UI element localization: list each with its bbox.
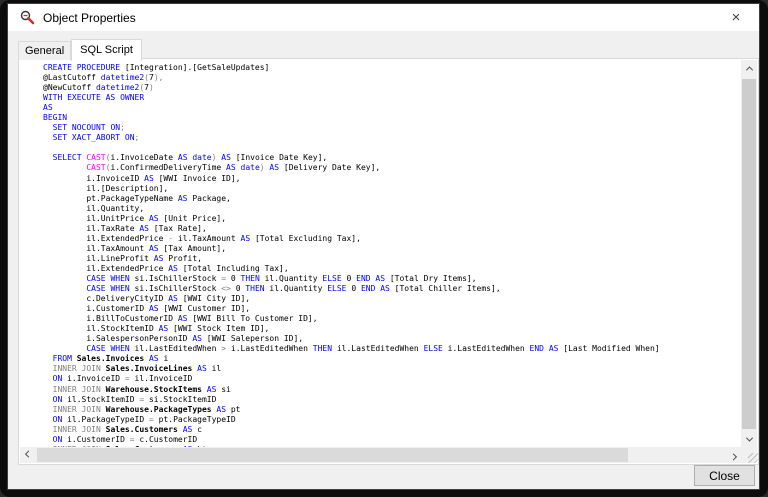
code-line: @NewCutoff datetime2(7) [43, 83, 741, 93]
chevron-down-icon [745, 434, 752, 441]
sql-code-editor[interactable]: CREATE PROCEDURE [Integration].[GetSaleU… [20, 60, 741, 447]
object-properties-dialog: Object Properties × General SQL Script C… [7, 3, 760, 490]
code-content: CREATE PROCEDURE [Integration].[GetSaleU… [43, 63, 741, 447]
code-line [43, 143, 741, 153]
code-line: BEGIN [43, 113, 741, 123]
code-line: ON i.CustomerID = c.CustomerID [43, 435, 741, 445]
sql-script-tab-page: CREATE PROCEDURE [Integration].[GetSaleU… [18, 58, 759, 465]
code-line: CASE WHEN il.LastEditedWhen > i.LastEdit… [43, 344, 741, 354]
resize-grip[interactable] [748, 453, 758, 463]
code-line: c.DeliveryCityID AS [WWI City ID], [43, 294, 741, 304]
code-line: il.[Description], [43, 184, 741, 194]
code-line: SET XACT_ABORT ON; [43, 133, 741, 143]
horizontal-scrollbar[interactable] [20, 447, 741, 463]
tab-general[interactable]: General [18, 41, 71, 60]
code-line: INNER JOIN Sales.InvoiceLines AS il [43, 364, 741, 374]
chevron-left-icon [24, 450, 31, 457]
code-line: il.TaxAmount AS [Tax Amount], [43, 244, 741, 254]
code-line: @LastCutoff datetime2(7), [43, 73, 741, 83]
tab-sql-script[interactable]: SQL Script [71, 39, 142, 61]
titlebar[interactable]: Object Properties × [8, 4, 759, 31]
code-line: AS [43, 103, 741, 113]
chevron-right-icon [729, 453, 736, 460]
screenshot-frame: Object Properties × General SQL Script C… [0, 0, 768, 497]
code-line: il.TaxRate AS [Tax Rate], [43, 224, 741, 234]
code-line: pt.PackageTypeName AS Package, [43, 194, 741, 204]
close-icon[interactable]: × [721, 4, 751, 31]
scroll-up-button[interactable] [741, 60, 757, 76]
scroll-left-button[interactable] [20, 447, 36, 463]
magnifier-icon [19, 10, 35, 26]
code-line: i.CustomerID AS [WWI Customer ID], [43, 304, 741, 314]
code-line: i.InvoiceID AS [WWI Invoice ID], [43, 174, 741, 184]
vertical-scrollbar-thumb[interactable] [742, 79, 756, 429]
code-line: CREATE PROCEDURE [Integration].[GetSaleU… [43, 63, 741, 73]
scroll-down-button[interactable] [741, 431, 757, 447]
code-line: il.Quantity, [43, 204, 741, 214]
horizontal-scrollbar-thumb[interactable] [37, 448, 628, 462]
code-line: INNER JOIN Warehouse.PackageTypes AS pt [43, 405, 741, 415]
code-line: CAST(i.ConfirmedDeliveryTime AS date) AS… [43, 163, 741, 173]
window-title: Object Properties [43, 11, 136, 25]
code-line: WITH EXECUTE AS OWNER [43, 93, 741, 103]
code-line: il.UnitPrice AS [Unit Price], [43, 214, 741, 224]
close-button[interactable]: Close [694, 465, 755, 486]
code-line: SELECT CAST(i.InvoiceDate AS date) AS [I… [43, 153, 741, 163]
code-line: SET NOCOUNT ON; [43, 123, 741, 133]
code-line: ON il.PackageTypeID = pt.PackageTypeID [43, 415, 741, 425]
code-line: i.SalespersonPersonID AS [WWI Saleperson… [43, 334, 741, 344]
chevron-up-icon [745, 66, 752, 73]
code-line: ON il.StockItemID = si.StockItemID [43, 395, 741, 405]
vertical-scrollbar[interactable] [741, 60, 757, 447]
code-line: il.ExtendedPrice AS [Total Including Tax… [43, 264, 741, 274]
tab-strip: General SQL Script [18, 39, 142, 60]
code-line: INNER JOIN Sales.Customers AS c [43, 425, 741, 435]
code-line: ON i.InvoiceID = il.InvoiceID [43, 374, 741, 384]
code-line: il.LineProfit AS Profit, [43, 254, 741, 264]
scroll-right-button[interactable] [725, 447, 741, 463]
code-line: CASE WHEN si.IsChillerStock = 0 THEN il.… [43, 274, 741, 284]
code-line: i.BillToCustomerID AS [WWI Bill To Custo… [43, 314, 741, 324]
code-line: il.StockItemID AS [WWI Stock Item ID], [43, 324, 741, 334]
code-line: INNER JOIN Warehouse.StockItems AS si [43, 385, 741, 395]
code-line: FROM Sales.Invoices AS i [43, 354, 741, 364]
code-line: il.ExtendedPrice - il.TaxAmount AS [Tota… [43, 234, 741, 244]
code-line: CASE WHEN si.IsChillerStock <> 0 THEN il… [43, 284, 741, 294]
